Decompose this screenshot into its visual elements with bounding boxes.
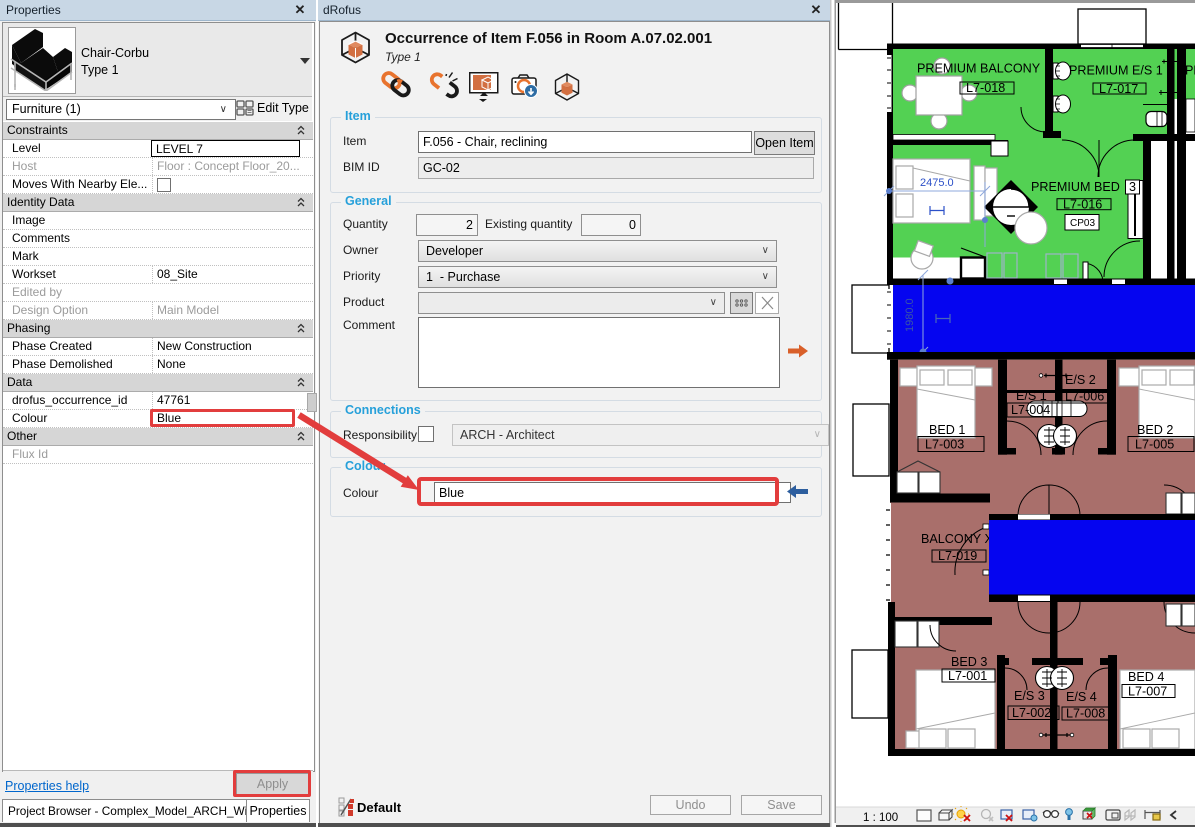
svg-text:PREMIUM BED: PREMIUM BED — [1031, 180, 1120, 194]
svg-text:L7-018: L7-018 — [966, 81, 1005, 95]
svg-text:PR: PR — [1185, 64, 1195, 78]
svg-text:1 : 100: 1 : 100 — [863, 812, 898, 824]
svg-text:PREMIUM BALCONY: PREMIUM BALCONY — [917, 62, 1041, 76]
svg-text:L7-002: L7-002 — [1012, 706, 1051, 720]
svg-text:L7-017: L7-017 — [1099, 82, 1138, 96]
svg-text:2475.0: 2475.0 — [920, 177, 954, 189]
svg-text:BED 1: BED 1 — [929, 423, 965, 437]
svg-text:BED 2: BED 2 — [1137, 423, 1173, 437]
svg-text:L7-005: L7-005 — [1135, 438, 1174, 452]
svg-text:CP03: CP03 — [1070, 218, 1095, 229]
svg-text:E/S 1: E/S 1 — [1016, 389, 1047, 403]
svg-text:E/S 3: E/S 3 — [1014, 689, 1045, 703]
svg-text:E/S 2: E/S 2 — [1065, 373, 1096, 387]
svg-text:BED 3: BED 3 — [951, 655, 987, 669]
svg-text:L7-008: L7-008 — [1066, 707, 1105, 721]
svg-text:L7-003: L7-003 — [925, 438, 964, 452]
svg-text:BED 4: BED 4 — [1128, 670, 1164, 684]
svg-text:1980.0: 1980.0 — [904, 298, 916, 332]
svg-text:L7-007: L7-007 — [1128, 685, 1167, 699]
svg-text:L7-001: L7-001 — [948, 669, 987, 683]
svg-text:E/S 4: E/S 4 — [1066, 690, 1097, 704]
svg-text:L7-016: L7-016 — [1063, 198, 1102, 212]
svg-text:PREMIUM E/S 1: PREMIUM E/S 1 — [1069, 64, 1163, 78]
svg-text:L7-004: L7-004 — [1011, 403, 1050, 417]
svg-text:BALCONY X: BALCONY X — [921, 532, 993, 546]
svg-text:3: 3 — [1129, 180, 1136, 194]
svg-text:L7-006: L7-006 — [1065, 390, 1104, 404]
